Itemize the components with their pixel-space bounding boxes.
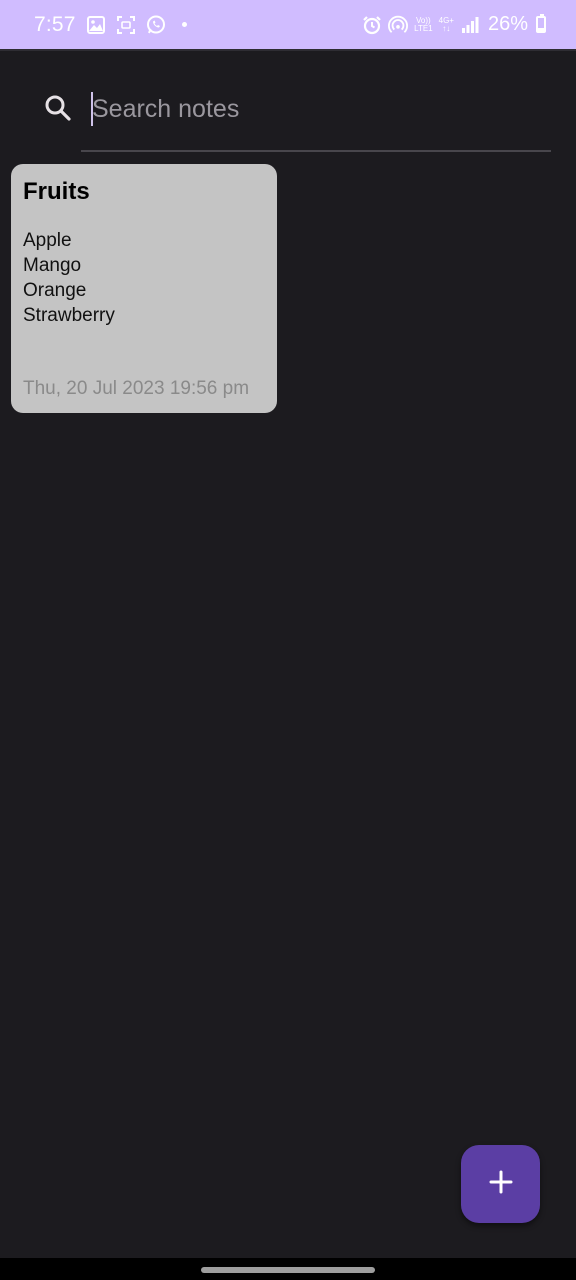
- note-body: Apple Mango Orange Strawberry: [23, 228, 265, 328]
- hotspot-icon: [388, 15, 409, 35]
- dot-icon: [181, 22, 187, 27]
- note-card[interactable]: Fruits Apple Mango Orange Strawberry Thu…: [11, 164, 277, 413]
- battery-percent: 26%: [487, 13, 528, 35]
- status-bar: 7:57 Vo)) LTE1 4G+ ↑↓ 26%: [0, 0, 576, 49]
- search-icon[interactable]: [44, 94, 72, 122]
- network-type: 4G+ ↑↓: [438, 15, 454, 33]
- note-line: Mango: [23, 255, 82, 276]
- status-right: Vo)) LTE1 4G+ ↑↓ 26%: [362, 0, 546, 49]
- status-divider: [0, 49, 576, 51]
- network-label: Vo)) LTE1: [414, 16, 433, 33]
- signal-icon: [460, 15, 480, 35]
- screenshot-icon: [116, 15, 136, 35]
- battery-level: [538, 27, 544, 31]
- add-note-button[interactable]: [461, 1145, 540, 1223]
- note-line: Strawberry: [23, 305, 115, 326]
- note-title: Fruits: [23, 178, 90, 205]
- status-left: 7:57: [34, 13, 187, 37]
- plus-icon: [488, 1169, 514, 1200]
- home-handle[interactable]: [201, 1267, 375, 1273]
- notes-app-screen: 7:57 Vo)) LTE1 4G+ ↑↓ 26% Search notes F…: [0, 0, 576, 1280]
- note-line: Orange: [23, 280, 87, 301]
- status-time: 7:57: [34, 12, 76, 36]
- alarm-icon: [362, 15, 382, 35]
- image-icon: [86, 15, 106, 35]
- search-underline: [81, 150, 551, 152]
- text-cursor: [91, 92, 93, 126]
- network-lte: LTE1: [414, 23, 433, 33]
- battery-icon: [536, 14, 546, 33]
- whatsapp-icon: [146, 15, 166, 35]
- note-line: Apple: [23, 230, 72, 251]
- note-date: Thu, 20 Jul 2023 19:56 pm: [23, 378, 250, 399]
- search-input[interactable]: [92, 88, 542, 130]
